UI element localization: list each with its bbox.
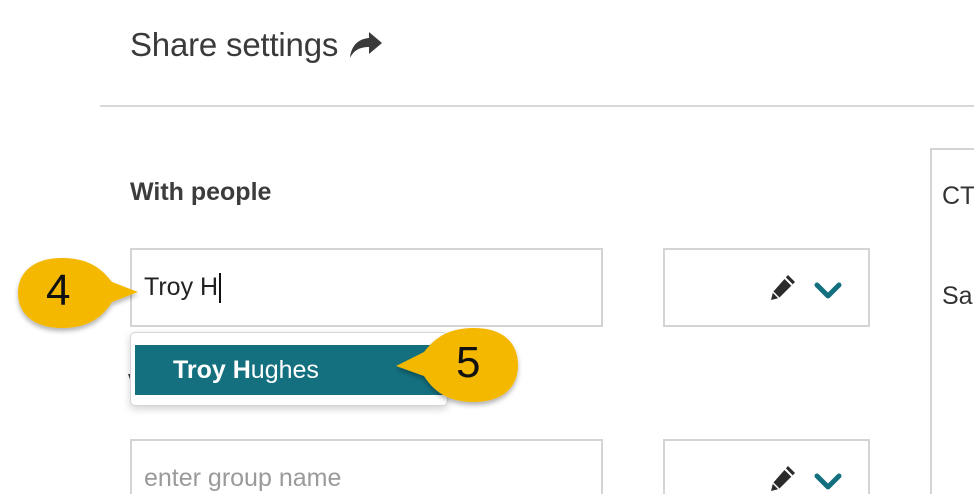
person-input-value: Troy H <box>144 273 219 301</box>
group-permission-select[interactable] <box>663 439 870 494</box>
header-divider <box>100 105 974 107</box>
page-title: Share settings <box>130 26 384 64</box>
chevron-down-icon <box>814 473 842 490</box>
share-forward-icon <box>350 32 383 58</box>
step-5-callout: 5 <box>392 322 524 410</box>
step-4-number: 4 <box>46 266 71 315</box>
group-name-input[interactable]: enter group name <box>130 439 603 494</box>
suggestion-match: Troy H <box>173 355 251 384</box>
person-permission-select[interactable] <box>663 248 870 327</box>
step-5-number: 5 <box>456 338 481 387</box>
step-4-callout: 4 <box>12 252 144 338</box>
side-panel-text-1: CT <box>942 182 974 210</box>
page-title-text: Share settings <box>130 26 339 63</box>
chevron-down-icon <box>814 282 842 299</box>
share-settings-page: Share settings With people Troy H v Troy… <box>0 0 974 494</box>
group-input-placeholder: enter group name <box>144 464 342 492</box>
side-panel-text-2: Sa <box>942 282 973 310</box>
text-caret <box>219 272 222 303</box>
pencil-icon <box>771 466 795 491</box>
suggestion-rest: ughes <box>250 355 319 384</box>
with-people-label: With people <box>130 178 272 206</box>
person-search-input[interactable]: Troy H <box>130 248 603 327</box>
pencil-icon <box>771 275 795 300</box>
callout-bubble-shape <box>18 258 138 328</box>
